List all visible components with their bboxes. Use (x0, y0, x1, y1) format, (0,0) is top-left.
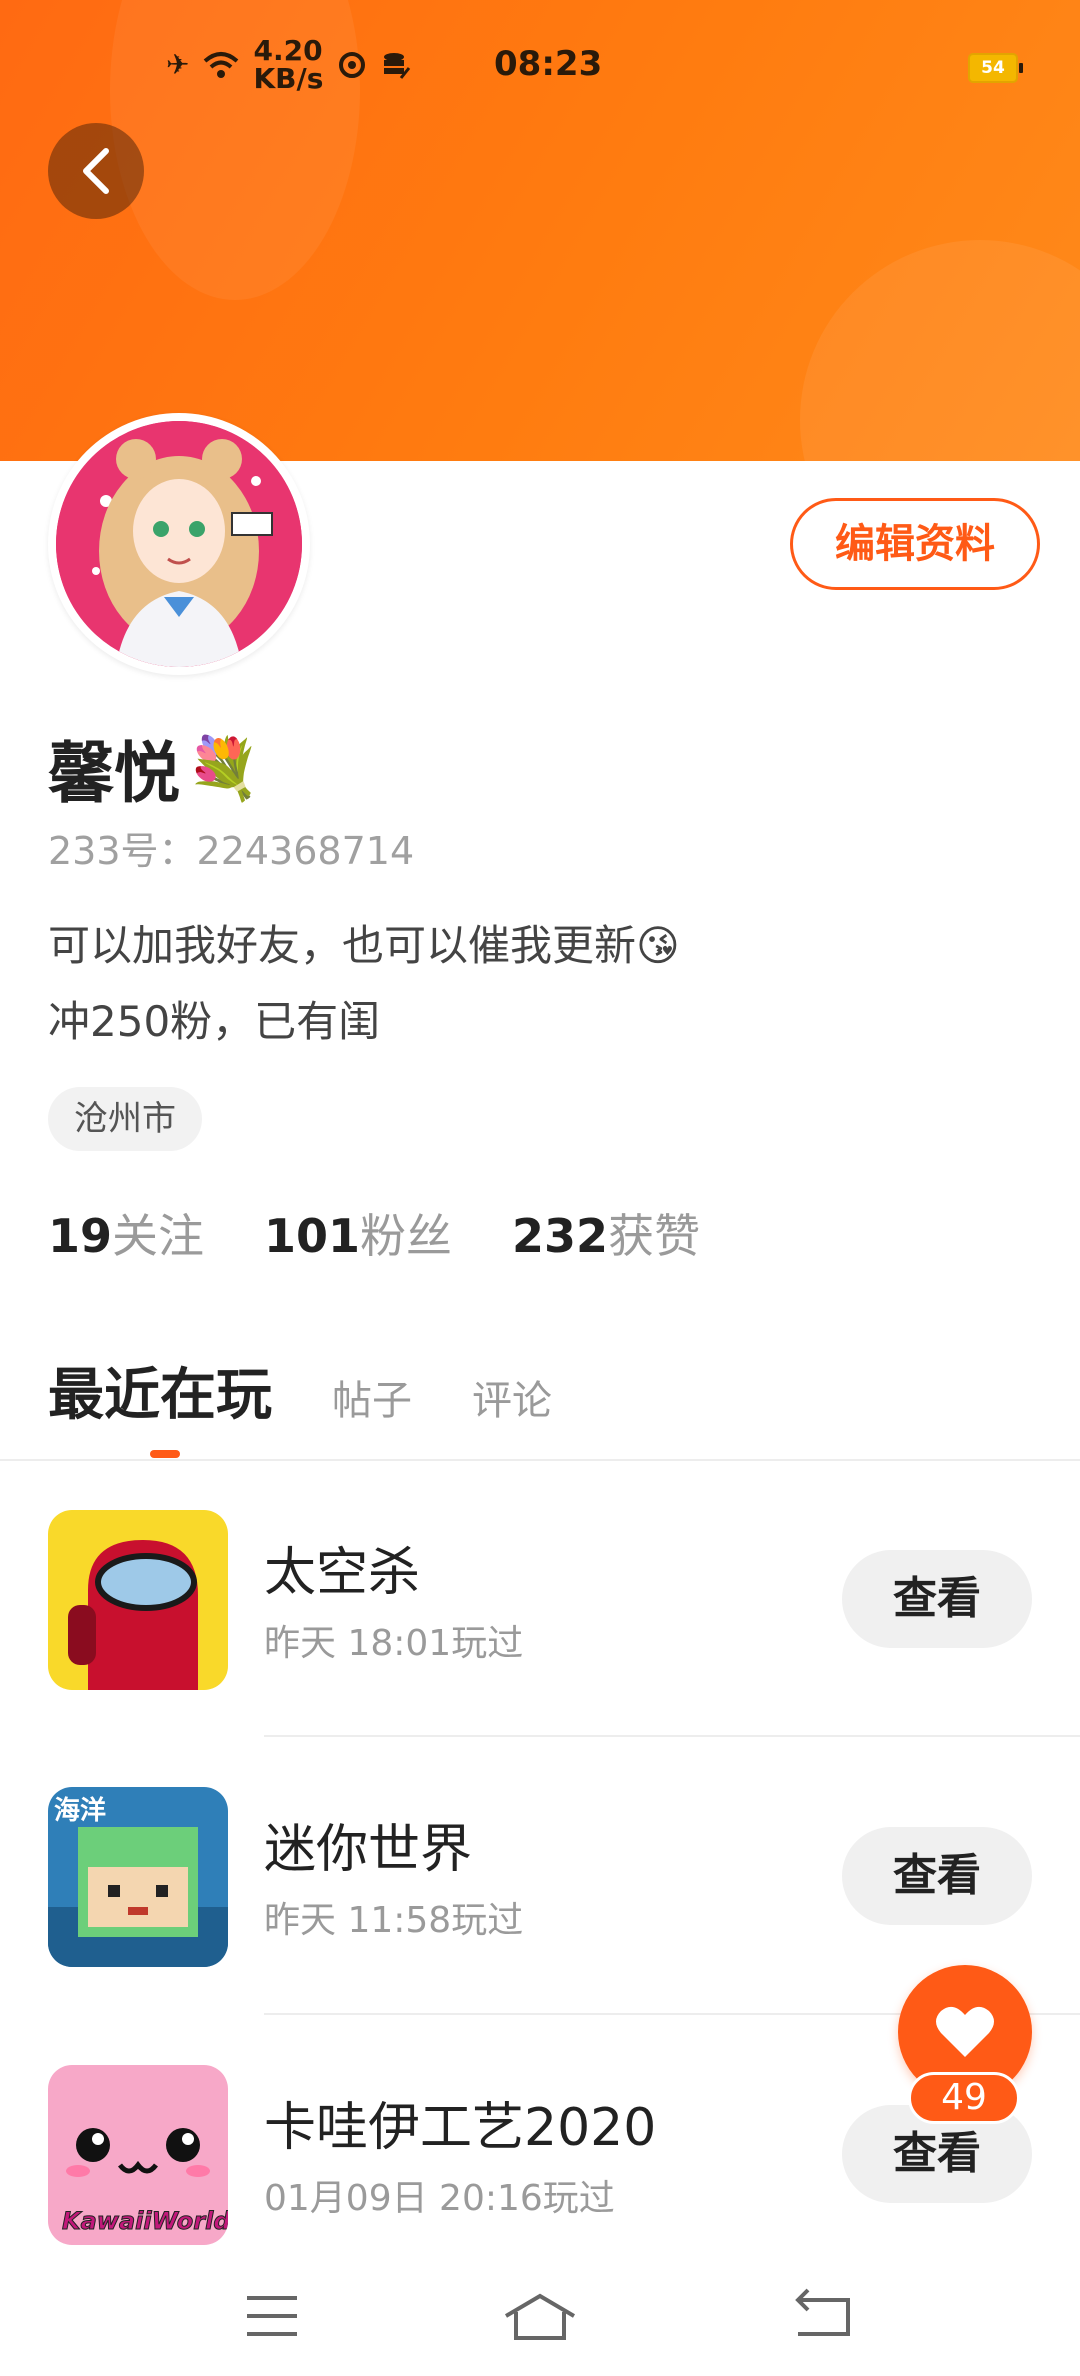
tab-comments[interactable]: 评论 (472, 1368, 552, 1426)
tab-posts[interactable]: 帖子 (332, 1368, 412, 1426)
among-us-icon (48, 1510, 228, 1690)
network-speed-unit: KB/s (253, 62, 324, 95)
game-name: 卡哇伊工艺2020 (264, 2098, 657, 2158)
header-decoration (800, 240, 1080, 461)
view-game-button[interactable]: 查看 (842, 1550, 1032, 1648)
bio-line-2: 冲250粉，已有闺 (48, 997, 381, 1046)
sync-icon (339, 52, 366, 78)
bouquet-emoji: 💐 (186, 733, 261, 804)
mini-world-icon-text: 海洋 (54, 1795, 106, 1826)
list-item[interactable]: 太空杀 昨天 18:01玩过 查看 (0, 1510, 1080, 1690)
username-text: 馨悦 (48, 735, 180, 812)
divider (264, 1735, 1080, 1737)
network-speed-value: 4.20 (253, 34, 323, 67)
game-played-time: 昨天 18:01玩过 (264, 1623, 524, 1664)
following-label: 关注 (112, 1209, 205, 1263)
network-speed: 4.20 KB/s (253, 37, 323, 93)
active-tab-indicator (150, 1450, 180, 1458)
airplane-mode-icon: ✈ (166, 48, 190, 81)
list-item[interactable]: 海洋 迷你世界 昨天 11:58玩过 查看 (0, 1787, 1080, 1967)
view-game-button[interactable]: 查看 (842, 1827, 1032, 1925)
fans-label: 粉丝 (360, 1209, 453, 1263)
likes-count: 232 (512, 1209, 609, 1263)
game-played-time: 昨天 11:58玩过 (264, 1900, 524, 1941)
profile-tabs: 最近在玩 帖子 评论 (48, 1350, 552, 1431)
kawaii-world-icon: KawaiiWorld (48, 2065, 228, 2245)
edit-profile-button[interactable]: 编辑资料 (790, 498, 1040, 590)
battery-icon: 54 (968, 53, 1023, 83)
system-nav-bar (0, 2256, 1080, 2376)
game-name: 太空杀 (264, 1543, 421, 1603)
divider (0, 1459, 1080, 1461)
status-icons: ✈ 4.20 KB/s (166, 37, 411, 93)
chevron-left-icon (83, 148, 109, 194)
back-nav-button[interactable] (768, 2286, 868, 2346)
stat-likes[interactable]: 232获赞 (512, 1200, 700, 1266)
kawaii-world-icon-text: KawaiiWorld (62, 2207, 228, 2235)
menu-nav-button[interactable] (222, 2286, 322, 2346)
game-played-time: 01月09日 20:16玩过 (264, 2178, 615, 2219)
avatar-image (56, 421, 302, 667)
profile-stats: 19关注 101粉丝 232获赞 (48, 1200, 700, 1266)
stat-following[interactable]: 19关注 (48, 1200, 204, 1266)
fans-count: 101 (264, 1209, 361, 1263)
following-count: 19 (48, 1209, 113, 1263)
status-bar: ✈ 4.20 KB/s 08:23 54 (0, 0, 1080, 130)
bio: 可以加我好友，也可以催我更新😘 冲250粉，已有闺 (48, 908, 680, 1060)
stat-fans[interactable]: 101粉丝 (264, 1200, 452, 1266)
user-id: 233号：224368714 (48, 829, 415, 873)
game-name: 迷你世界 (264, 1820, 473, 1880)
username: 馨悦 💐 (48, 720, 261, 816)
profile-header-banner: ✈ 4.20 KB/s 08:23 54 (0, 0, 1080, 461)
menu-icon (247, 2296, 297, 2336)
likes-label: 获赞 (608, 1209, 701, 1263)
data-icon (384, 53, 411, 79)
mini-world-icon: 海洋 (48, 1787, 228, 1967)
location-tag: 沧州市 (48, 1087, 202, 1151)
status-time: 08:23 (494, 44, 603, 84)
like-count-badge: 49 (908, 2072, 1020, 2124)
home-icon (504, 2293, 576, 2340)
back-icon (795, 2288, 850, 2336)
tab-recently-played[interactable]: 最近在玩 (48, 1350, 272, 1431)
bio-line-1: 可以加我好友，也可以催我更新😘 (48, 921, 680, 970)
back-button[interactable] (48, 123, 144, 219)
heart-icon (936, 2006, 994, 2057)
home-nav-button[interactable] (490, 2286, 590, 2346)
avatar[interactable] (48, 413, 310, 675)
wifi-icon (204, 52, 239, 78)
